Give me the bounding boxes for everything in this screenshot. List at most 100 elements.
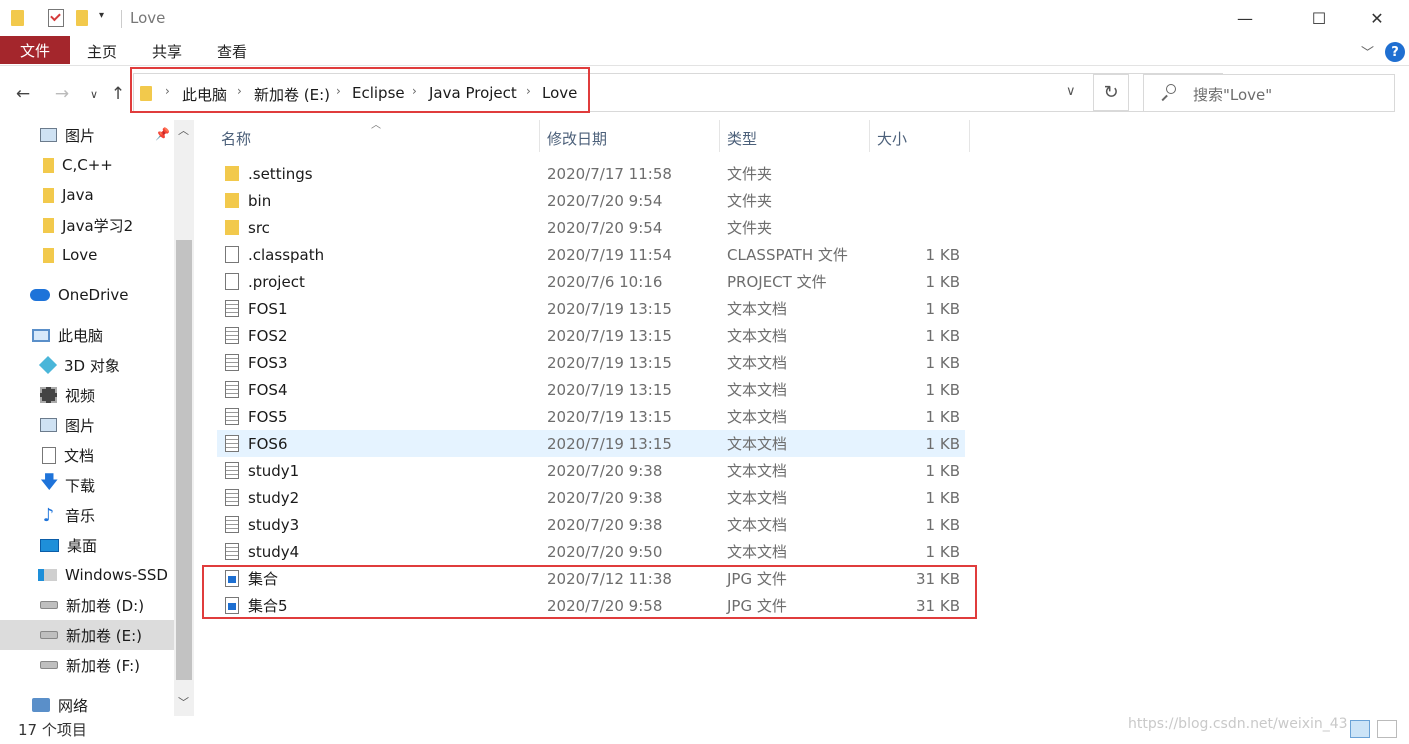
sidebar-item-pictures-quick[interactable]: 图片 xyxy=(0,120,174,150)
tab-view[interactable]: 查看 xyxy=(217,36,247,66)
folder-icon xyxy=(11,10,24,26)
back-arrow-icon[interactable]: ← xyxy=(11,82,35,106)
table-row[interactable]: bin 2020/7/20 9:54 文件夹 xyxy=(217,187,965,214)
table-row[interactable]: study1 2020/7/20 9:38 文本文档 1 KB xyxy=(217,457,965,484)
column-divider[interactable] xyxy=(539,120,540,152)
column-divider[interactable] xyxy=(969,120,970,152)
sidebar-item-network[interactable]: 网络 xyxy=(0,690,174,720)
refresh-button[interactable]: ↻ xyxy=(1093,74,1129,111)
table-row[interactable]: .project 2020/7/6 10:16 PROJECT 文件 1 KB xyxy=(217,268,965,295)
file-type: 文件夹 xyxy=(727,219,773,237)
properties-icon[interactable] xyxy=(48,9,64,27)
address-dropdown-icon[interactable]: ∨ xyxy=(1066,84,1076,99)
file-name: study1 xyxy=(248,461,300,480)
sidebar-item-java2[interactable]: Java学习2 xyxy=(0,210,174,240)
column-header-type[interactable]: 类型 xyxy=(727,124,757,152)
file-date: 2020/7/19 13:15 xyxy=(547,353,672,372)
table-row[interactable]: .classpath 2020/7/19 11:54 CLASSPATH 文件 1 K… xyxy=(217,241,965,268)
windows-drive-icon xyxy=(38,569,57,581)
scroll-up-icon[interactable]: ︿ xyxy=(178,122,189,138)
sidebar-item-drive-f[interactable]: 新加卷 (F:) xyxy=(0,650,174,680)
file-date: 2020/7/20 9:38 xyxy=(547,515,663,534)
file-date: 2020/7/20 9:50 xyxy=(547,542,663,561)
table-row[interactable]: src 2020/7/20 9:54 文件夹 xyxy=(217,214,965,241)
scroll-down-icon[interactable]: ﹀ xyxy=(178,694,189,710)
sidebar-item-pictures[interactable]: 图片 xyxy=(0,410,174,440)
minimize-button[interactable]: — xyxy=(1220,0,1270,36)
pictures-icon xyxy=(40,128,57,142)
file-size: 1 KB xyxy=(925,380,960,399)
ribbon xyxy=(0,36,1409,66)
sidebar-item-drive-e[interactable]: 新加卷 (E:) xyxy=(0,620,174,650)
sidebar-item-music[interactable]: ♪ 音乐 xyxy=(0,500,174,530)
table-row[interactable]: .settings 2020/7/17 11:58 文件夹 xyxy=(217,160,965,187)
table-row[interactable]: FOS1 2020/7/19 13:15 文本文档 1 KB xyxy=(217,295,965,322)
recent-locations-icon[interactable]: ∨ xyxy=(82,82,106,106)
quick-access-dropdown-icon[interactable]: ▾ xyxy=(99,10,104,21)
sidebar-item-onedrive[interactable]: OneDrive xyxy=(0,280,174,310)
file-name: FOS3 xyxy=(248,353,288,372)
tab-file[interactable]: 文件 xyxy=(0,36,70,64)
file-size: 1 KB xyxy=(925,272,960,291)
column-divider[interactable] xyxy=(719,120,720,152)
folder-icon xyxy=(225,166,239,181)
column-header-date[interactable]: 修改日期 xyxy=(547,124,607,152)
sidebar-item-label: Love xyxy=(62,246,98,264)
file-date: 2020/7/19 13:15 xyxy=(547,299,672,318)
file-date: 2020/7/20 9:54 xyxy=(547,218,663,237)
drive-icon xyxy=(40,631,58,639)
text-file-icon xyxy=(225,489,239,506)
sidebar-item-label: 文档 xyxy=(64,446,95,465)
text-file-icon xyxy=(225,408,239,425)
tab-home[interactable]: 主页 xyxy=(87,36,117,66)
file-name: FOS2 xyxy=(248,326,288,345)
sidebar-item-documents[interactable]: 文档 xyxy=(0,440,174,470)
chevron-down-icon[interactable]: ﹀ xyxy=(1361,42,1374,61)
table-row[interactable]: FOS4 2020/7/19 13:15 文本文档 1 KB xyxy=(217,376,965,403)
table-row[interactable]: FOS6 2020/7/19 13:15 文本文档 1 KB xyxy=(217,430,965,457)
sidebar-item-java[interactable]: Java xyxy=(0,180,174,210)
sidebar-item-drive-d[interactable]: 新加卷 (D:) xyxy=(0,590,174,620)
table-row[interactable]: FOS3 2020/7/19 13:15 文本文档 1 KB xyxy=(217,349,965,376)
sidebar-item-windows-ssd[interactable]: Windows-SSD ( xyxy=(0,560,174,590)
file-name: src xyxy=(248,218,270,237)
up-arrow-icon[interactable]: ↑ xyxy=(106,82,130,106)
details-view-icon[interactable] xyxy=(1350,720,1370,738)
table-row[interactable]: FOS5 2020/7/19 13:15 文本文档 1 KB xyxy=(217,403,965,430)
sidebar-item-desktop[interactable]: 桌面 xyxy=(0,530,174,560)
folder-icon xyxy=(43,247,54,263)
cloud-icon xyxy=(30,289,50,301)
table-row[interactable]: study3 2020/7/20 9:38 文本文档 1 KB xyxy=(217,511,965,538)
file-date: 2020/7/6 10:16 xyxy=(547,272,663,291)
table-row[interactable]: study2 2020/7/20 9:38 文本文档 1 KB xyxy=(217,484,965,511)
maximize-button[interactable]: ☐ xyxy=(1294,0,1344,36)
file-type: 文本文档 xyxy=(727,300,788,318)
sidebar-item-3d-objects[interactable]: 3D 对象 xyxy=(0,350,174,380)
tab-share[interactable]: 共享 xyxy=(152,36,182,66)
close-button[interactable]: ✕ xyxy=(1352,0,1402,36)
column-divider[interactable] xyxy=(869,120,870,152)
table-row[interactable]: study4 2020/7/20 9:50 文本文档 1 KB xyxy=(217,538,965,565)
file-size xyxy=(867,214,960,241)
folder-icon xyxy=(43,187,54,203)
sidebar-item-this-pc[interactable]: 此电脑 xyxy=(0,320,174,350)
file-name: study2 xyxy=(248,488,300,507)
network-icon xyxy=(32,698,50,712)
table-row[interactable]: FOS2 2020/7/19 13:15 文本文档 1 KB xyxy=(217,322,965,349)
sidebar-item-videos[interactable]: 视频 xyxy=(0,380,174,410)
sidebar-item-c-cpp[interactable]: C,C++ xyxy=(0,150,174,180)
new-folder-icon[interactable] xyxy=(76,10,88,26)
forward-arrow-icon[interactable]: → xyxy=(50,82,74,106)
large-icons-view-icon[interactable] xyxy=(1377,720,1397,738)
sidebar-item-love[interactable]: Love xyxy=(0,240,174,270)
file-type: 文本文档 xyxy=(727,543,788,561)
sidebar-item-downloads[interactable]: 🡇 下载 xyxy=(0,470,174,500)
help-icon[interactable]: ? xyxy=(1385,42,1405,62)
sidebar-item-label: Java学习2 xyxy=(62,216,134,235)
column-header-name[interactable]: 名称 xyxy=(221,124,251,152)
sidebar-item-label: OneDrive xyxy=(58,286,129,304)
sidebar-item-label: 图片 xyxy=(65,126,96,145)
sidebar-scrollbar-thumb[interactable] xyxy=(176,240,192,680)
file-name: bin xyxy=(248,191,272,210)
column-header-size[interactable]: 大小 xyxy=(877,124,907,152)
